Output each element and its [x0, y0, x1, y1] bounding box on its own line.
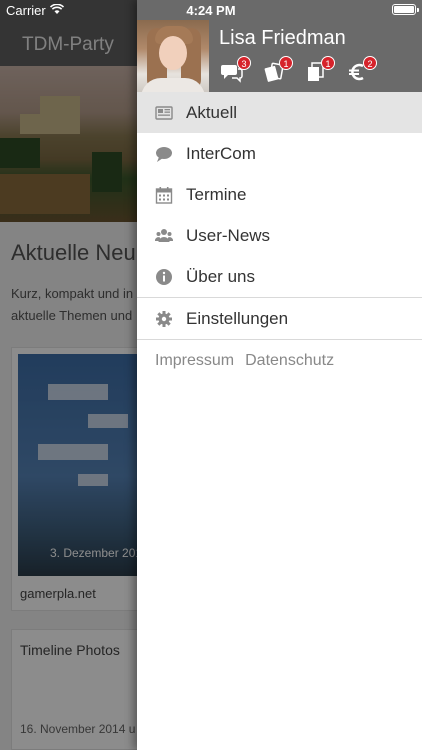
menu-item-aktuell[interactable]: Aktuell — [137, 92, 422, 133]
newspaper-icon — [155, 104, 173, 122]
menu-item-label: Termine — [186, 184, 247, 204]
gear-icon — [155, 310, 173, 328]
status-time: 4:24 PM — [186, 3, 236, 18]
avatar[interactable] — [137, 20, 209, 92]
drawer-menu: Aktuell InterCom Termine User-News Über … — [137, 92, 422, 340]
badge-count: 2 — [363, 56, 377, 70]
euro-icon[interactable]: 2 — [347, 56, 377, 83]
chat-bubbles-icon[interactable]: 3 — [221, 56, 251, 83]
badge-count: 3 — [237, 56, 251, 70]
menu-item-label: Einstellungen — [186, 308, 289, 328]
datenschutz-link[interactable]: Datenschutz — [245, 352, 334, 370]
menu-divider — [137, 339, 422, 340]
status-bar: Carrier 4:24 PM — [0, 0, 422, 20]
calendar-icon — [155, 186, 173, 204]
menu-item-termine[interactable]: Termine — [137, 174, 422, 215]
menu-item-label: InterCom — [186, 143, 256, 163]
menu-item-user-news[interactable]: User-News — [137, 215, 422, 256]
cards-icon[interactable]: 1 — [263, 56, 293, 83]
menu-item-intercom[interactable]: InterCom — [137, 133, 422, 174]
menu-item-label: Aktuell — [186, 102, 238, 122]
side-drawer: Lisa Friedman 3 1 1 2 Aktuell InterCom T… — [137, 0, 422, 750]
documents-icon[interactable]: 1 — [305, 56, 335, 83]
menu-item-label: Über uns — [186, 266, 255, 286]
battery-icon — [392, 4, 419, 15]
menu-item-einstellungen[interactable]: Einstellungen — [137, 298, 422, 339]
chat-icon — [155, 145, 173, 163]
menu-item-label: User-News — [186, 225, 271, 245]
impressum-link[interactable]: Impressum — [155, 352, 234, 370]
badge-count: 1 — [279, 56, 293, 70]
menu-item-ueber-uns[interactable]: Über uns — [137, 256, 422, 297]
info-icon — [155, 268, 173, 286]
user-name[interactable]: Lisa Friedman — [219, 27, 346, 50]
footer-links: Impressum Datenschutz — [155, 352, 334, 370]
badge-count: 1 — [321, 56, 335, 70]
users-icon — [155, 227, 173, 245]
